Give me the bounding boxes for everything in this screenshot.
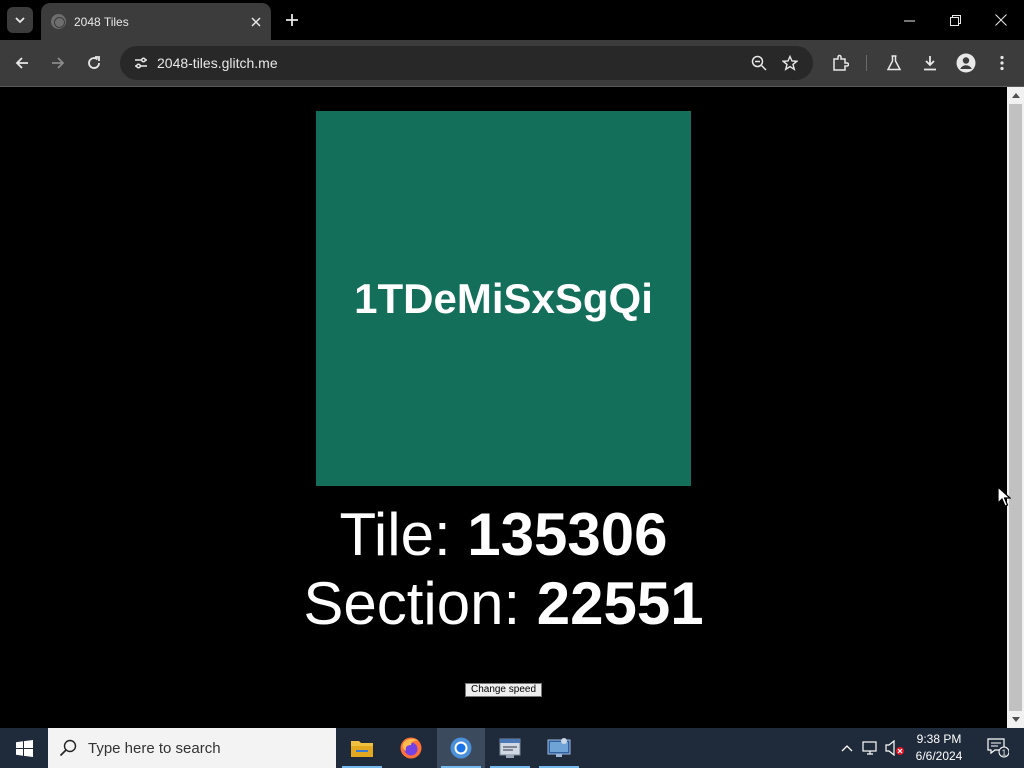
browser-toolbar: 2048-tiles.glitch.me <box>0 40 1024 86</box>
back-button[interactable] <box>8 49 36 77</box>
folder-icon <box>351 741 373 757</box>
tab-title: 2048 Tiles <box>74 14 129 29</box>
chrome-icon <box>450 737 472 759</box>
minimize-icon <box>903 20 915 21</box>
toolbar-separator <box>866 55 867 71</box>
zoom-button[interactable] <box>746 50 772 76</box>
downloads-button[interactable] <box>916 49 944 77</box>
taskbar-remote-desktop[interactable] <box>535 728 583 768</box>
download-icon <box>924 56 936 71</box>
scroll-up-button[interactable] <box>1007 87 1024 104</box>
tune-icon <box>135 57 147 69</box>
restore-button[interactable] <box>932 0 978 40</box>
close-window-button[interactable] <box>978 0 1024 40</box>
clock-time: 9:38 PM <box>916 732 962 746</box>
triangle-down-icon <box>1011 717 1020 722</box>
browser-tab[interactable]: 2048 Tiles <box>41 3 271 40</box>
firefox-icon <box>400 737 422 759</box>
url-text[interactable]: 2048-tiles.glitch.me <box>157 55 278 71</box>
section-counter: Section: 22551 <box>0 570 1007 638</box>
close-icon <box>251 16 261 27</box>
taskbar-clock[interactable]: 9:38 PM 6/6/2024 <box>908 731 970 765</box>
show-hidden-icons-button[interactable] <box>836 728 858 768</box>
notification-count: 1 <box>1002 748 1007 757</box>
window-app-icon <box>499 738 521 758</box>
menu-button[interactable] <box>988 49 1016 77</box>
notification-center-button[interactable]: 1 <box>978 728 1018 768</box>
site-info-button[interactable] <box>128 50 154 76</box>
zoom-out-icon <box>751 55 767 71</box>
start-button[interactable] <box>0 728 48 768</box>
volume-muted-icon <box>885 740 904 756</box>
network-tray-button[interactable] <box>860 728 882 768</box>
taskbar-notepad-window[interactable] <box>486 728 534 768</box>
reload-icon <box>88 56 100 69</box>
page-scrollbar[interactable] <box>1007 87 1024 728</box>
address-bar[interactable]: 2048-tiles.glitch.me <box>120 46 813 80</box>
triangle-up-icon <box>1011 93 1020 98</box>
restore-icon <box>949 14 961 26</box>
taskbar-file-explorer[interactable] <box>338 728 386 768</box>
tile-counter-value: 135306 <box>467 501 668 568</box>
browser-titlebar: 2048 Tiles <box>0 0 1024 40</box>
monitor-icon <box>547 738 571 757</box>
notification-icon: 1 <box>987 738 1009 758</box>
arrow-right-icon <box>52 57 65 69</box>
tab-search-button[interactable] <box>7 7 33 33</box>
profile-button[interactable] <box>952 49 980 77</box>
volume-tray-button[interactable] <box>884 728 906 768</box>
kebab-menu-icon <box>1000 55 1004 71</box>
puzzle-icon <box>833 54 849 71</box>
tile-label: 1TDeMiSxSgQi <box>354 274 653 322</box>
tab-close-button[interactable] <box>245 11 267 33</box>
tile-counter-label: Tile: <box>339 501 468 568</box>
plus-icon <box>286 14 298 26</box>
search-placeholder: Type here to search <box>88 739 221 757</box>
scroll-down-button[interactable] <box>1007 711 1024 728</box>
extensions-button[interactable] <box>826 49 854 77</box>
bookmark-button[interactable] <box>777 50 803 76</box>
taskbar-firefox[interactable] <box>387 728 435 768</box>
section-counter-label: Section: <box>303 570 537 637</box>
mouse-cursor-icon <box>997 486 1011 507</box>
chevron-down-icon <box>15 17 25 24</box>
taskbar-chrome[interactable] <box>437 728 485 768</box>
network-icon <box>862 741 877 755</box>
close-icon <box>995 14 1007 26</box>
star-icon <box>782 55 798 71</box>
new-tab-button[interactable] <box>280 8 304 32</box>
clock-date: 6/6/2024 <box>915 749 963 763</box>
windows-taskbar: Type here to search 9:38 PM 6/6/2024 1 <box>0 728 1024 768</box>
taskbar-search[interactable]: Type here to search <box>48 728 336 768</box>
scroll-thumb[interactable] <box>1009 104 1022 711</box>
minimize-button[interactable] <box>886 0 932 40</box>
chevron-up-icon <box>841 745 853 752</box>
flask-icon <box>886 55 902 71</box>
forward-button[interactable] <box>44 49 72 77</box>
section-counter-value: 22551 <box>536 570 704 637</box>
change-speed-button[interactable]: Change speed <box>465 683 542 697</box>
labs-button[interactable] <box>880 49 908 77</box>
avatar-icon <box>956 53 976 73</box>
reload-button[interactable] <box>80 49 108 77</box>
page-content: 1TDeMiSxSgQi Tile: 135306 Section: 22551… <box>0 87 1007 728</box>
search-icon <box>48 728 88 768</box>
arrow-left-icon <box>15 57 28 69</box>
windows-logo-icon <box>15 739 33 757</box>
globe-icon <box>51 14 66 29</box>
tile-counter: Tile: 135306 <box>0 501 1007 569</box>
tile: 1TDeMiSxSgQi <box>316 111 691 486</box>
